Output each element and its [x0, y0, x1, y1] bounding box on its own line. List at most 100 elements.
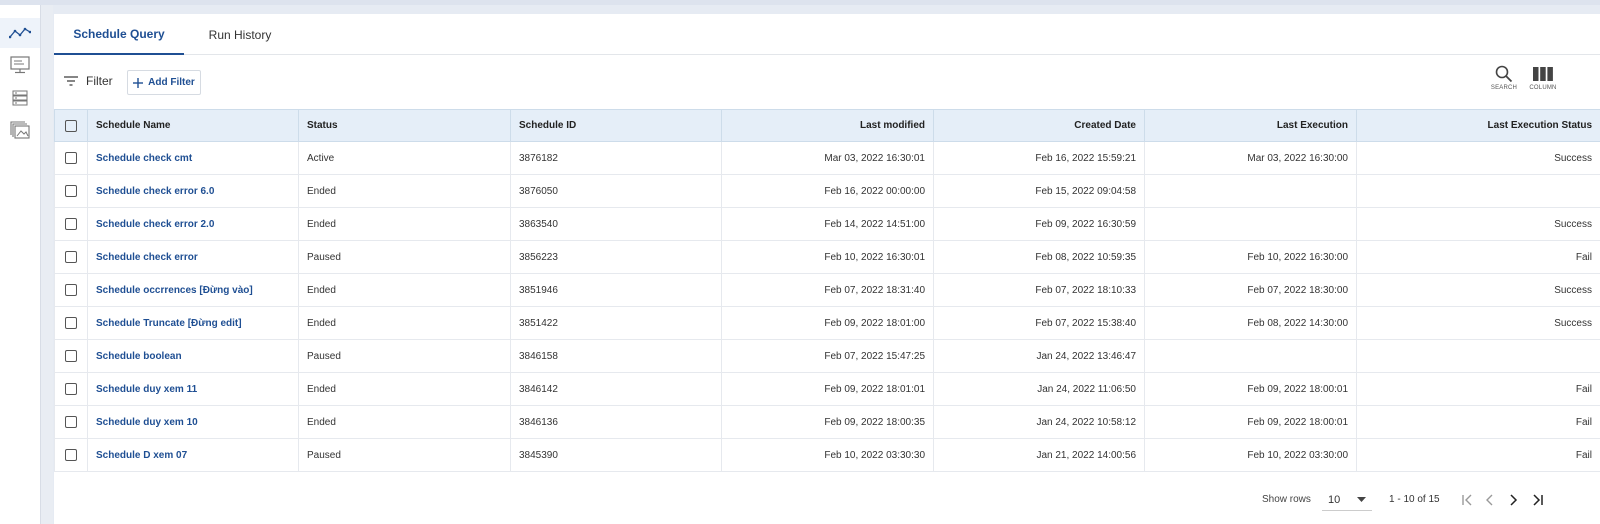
schedule-name-link[interactable]: Schedule boolean	[87, 339, 299, 373]
table-row[interactable]: Schedule duy xem 10 Ended 3846136 Feb 09, 2…	[54, 405, 1600, 439]
last-page-button[interactable]	[1529, 491, 1547, 509]
table-row[interactable]: Schedule boolean Paused 3846158 Feb 07, 202…	[54, 339, 1600, 373]
table-row[interactable]: Schedule D xem 07 Paused 3845390 Feb 10, 20…	[54, 438, 1600, 472]
column-header[interactable]: Schedule ID	[510, 109, 722, 142]
nav-analytics[interactable]	[0, 18, 40, 48]
nav-rail	[0, 5, 41, 524]
row-checkbox[interactable]	[65, 152, 77, 164]
created-date-cell: Jan 24, 2022 10:58:12	[933, 405, 1145, 439]
schedule-name-link[interactable]: Schedule check error 6.0	[87, 174, 299, 208]
row-checkbox[interactable]	[65, 449, 77, 461]
last-modified-cell: Mar 03, 2022 16:30:01	[721, 141, 934, 175]
plus-icon	[133, 77, 144, 88]
next-page-button[interactable]	[1504, 491, 1522, 509]
select-all-checkbox[interactable]	[65, 119, 77, 132]
schedule-name-link[interactable]: Schedule check cmt	[87, 141, 299, 175]
schedule-id-cell: 3851946	[510, 273, 722, 307]
filter-button[interactable]: Filter	[64, 74, 113, 88]
status-cell: Ended	[298, 306, 511, 340]
status-cell: Ended	[298, 273, 511, 307]
row-checkbox[interactable]	[65, 218, 77, 230]
created-date-cell: Jan 21, 2022 14:00:56	[933, 438, 1145, 472]
column-header[interactable]: Schedule Name	[87, 109, 299, 142]
table-row[interactable]: Schedule check cmt Active 3876182 Mar 03, 2…	[54, 141, 1600, 175]
row-checkbox[interactable]	[65, 350, 77, 362]
status-cell: Ended	[298, 405, 511, 439]
last-modified-cell: Feb 16, 2022 00:00:00	[721, 174, 934, 208]
row-checkbox[interactable]	[65, 284, 77, 296]
created-date-cell: Feb 15, 2022 09:04:58	[933, 174, 1145, 208]
table-row[interactable]: Schedule check error Paused 3856223 Feb 10,…	[54, 240, 1600, 274]
server-list-icon	[12, 90, 28, 106]
last-modified-cell: Feb 14, 2022 14:51:00	[721, 207, 934, 241]
schedule-name-link[interactable]: Schedule check error	[87, 240, 299, 274]
schedule-name-link[interactable]: Schedule Truncate [Đừng edit]	[87, 306, 299, 340]
nav-servers[interactable]	[0, 83, 40, 113]
schedule-id-cell: 3846158	[510, 339, 722, 373]
last-execution-cell: Mar 03, 2022 16:30:00	[1144, 141, 1357, 175]
row-checkbox[interactable]	[65, 416, 77, 428]
schedule-id-cell: 3851422	[510, 306, 722, 340]
last-modified-cell: Feb 10, 2022 16:30:01	[721, 240, 934, 274]
last-execution-status-cell: Success	[1356, 207, 1600, 241]
prev-page-button[interactable]	[1481, 491, 1499, 509]
last-execution-cell: Feb 10, 2022 03:30:00	[1144, 438, 1357, 472]
last-execution-status-cell: Fail	[1356, 438, 1600, 472]
last-execution-cell: Feb 07, 2022 18:30:00	[1144, 273, 1357, 307]
row-checkbox[interactable]	[65, 317, 77, 329]
table-row[interactable]: Schedule occrrences [Đừng vào] Ended 38519…	[54, 273, 1600, 307]
schedule-name-link[interactable]: Schedule occrrences [Đừng vào]	[87, 273, 299, 307]
table-row[interactable]: Schedule duy xem 11 Ended 3846142 Feb 09, 2…	[54, 372, 1600, 406]
created-date-cell: Feb 08, 2022 10:59:35	[933, 240, 1145, 274]
nav-gallery[interactable]	[0, 115, 40, 145]
row-checkbox[interactable]	[65, 251, 77, 263]
created-date-cell: Jan 24, 2022 13:46:47	[933, 339, 1145, 373]
row-select-cell	[54, 405, 88, 439]
table-row[interactable]: Schedule Truncate [Đừng edit] Ended 385142…	[54, 306, 1600, 340]
first-page-icon	[1462, 494, 1472, 506]
column-header[interactable]: Status	[298, 109, 511, 142]
column-header[interactable]: Last Execution Status	[1356, 109, 1600, 142]
last-modified-cell: Feb 07, 2022 18:31:40	[721, 273, 934, 307]
row-select-cell	[54, 207, 88, 241]
add-filter-button[interactable]: Add Filter	[127, 70, 201, 95]
show-rows-label: Show rows	[1262, 494, 1311, 505]
tab-run-history[interactable]: Run History	[184, 14, 296, 55]
column-caption: COLUMN	[1529, 85, 1557, 91]
rows-per-page-select[interactable]: 10	[1322, 489, 1372, 511]
row-checkbox[interactable]	[65, 185, 77, 197]
status-cell: Ended	[298, 174, 511, 208]
row-select-cell	[54, 306, 88, 340]
column-header[interactable]: Last Execution	[1144, 109, 1357, 142]
row-select-cell	[54, 438, 88, 472]
last-execution-status-cell: Fail	[1356, 240, 1600, 274]
row-select-cell	[54, 141, 88, 175]
column-header[interactable]: Last modified	[721, 109, 934, 142]
last-execution-status-cell: Success	[1356, 273, 1600, 307]
tab-schedule-query[interactable]: Schedule Query	[54, 14, 184, 55]
select-all-cell	[54, 109, 88, 142]
column-header[interactable]: Created Date	[933, 109, 1145, 142]
top-bar	[0, 0, 1600, 5]
status-cell: Ended	[298, 207, 511, 241]
first-page-button[interactable]	[1458, 491, 1476, 509]
schedule-name-link[interactable]: Schedule check error 2.0	[87, 207, 299, 241]
table-row[interactable]: Schedule check error 2.0 Ended 3863540 Feb …	[54, 207, 1600, 241]
table-row[interactable]: Schedule check error 6.0 Ended 3876050 Feb …	[54, 174, 1600, 208]
search-caption: SEARCH	[1490, 85, 1518, 91]
last-execution-status-cell: Success	[1356, 141, 1600, 175]
schedule-name-link[interactable]: Schedule D xem 07	[87, 438, 299, 472]
last-execution-cell	[1144, 207, 1357, 241]
column-icon	[1533, 67, 1553, 81]
search-button[interactable]: SEARCH	[1487, 65, 1521, 99]
row-checkbox[interactable]	[65, 383, 77, 395]
filter-label: Filter	[86, 74, 113, 88]
last-modified-cell: Feb 10, 2022 03:30:30	[721, 438, 934, 472]
column-button[interactable]: COLUMN	[1526, 65, 1560, 99]
search-icon	[1495, 65, 1513, 83]
schedule-id-cell: 3876182	[510, 141, 722, 175]
schedule-name-link[interactable]: Schedule duy xem 11	[87, 372, 299, 406]
nav-monitor[interactable]	[0, 50, 40, 80]
row-select-cell	[54, 174, 88, 208]
schedule-name-link[interactable]: Schedule duy xem 10	[87, 405, 299, 439]
